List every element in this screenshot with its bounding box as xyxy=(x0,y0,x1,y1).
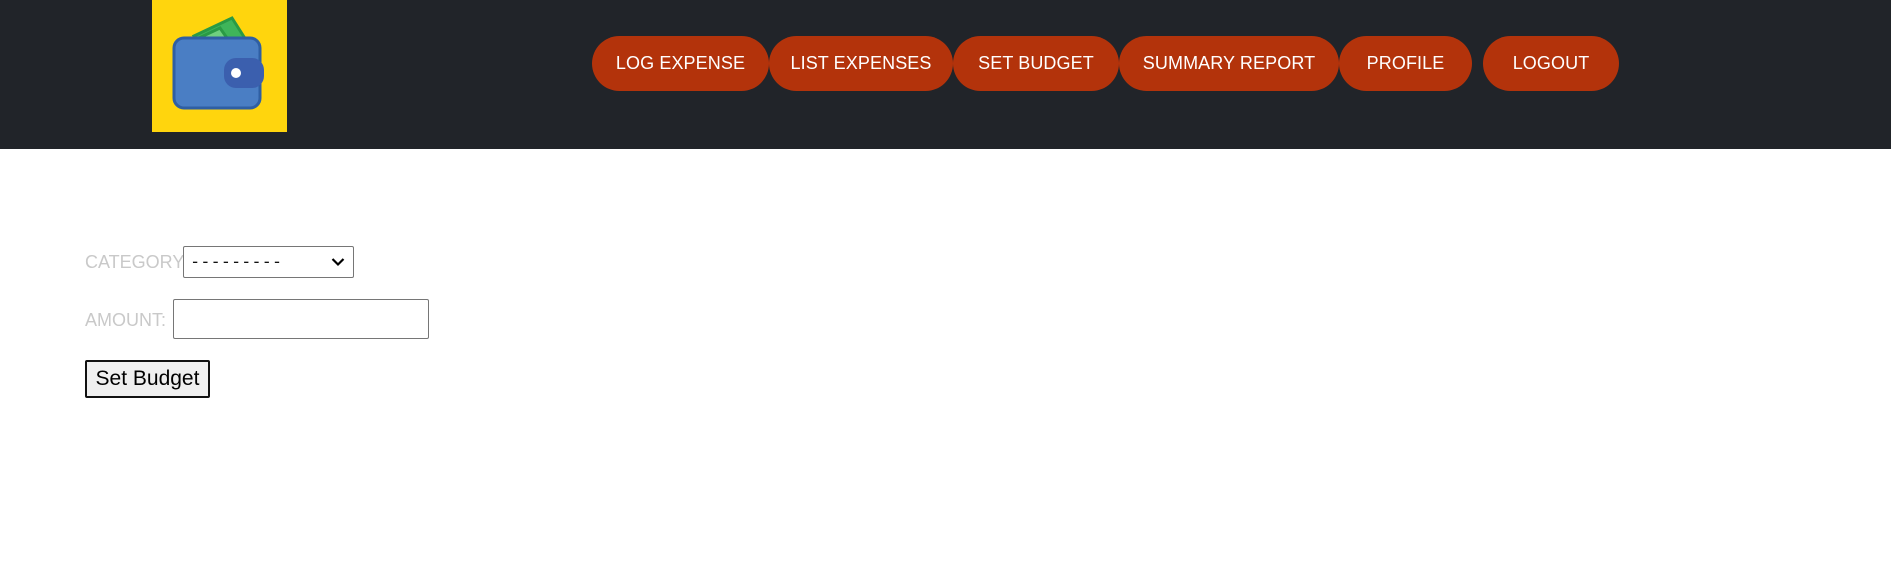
amount-label: AMOUNT: xyxy=(85,310,166,330)
nav-log-expense-button[interactable]: LOG EXPENSE xyxy=(592,36,769,91)
amount-input[interactable] xyxy=(173,299,429,339)
nav-list-expenses-button[interactable]: LIST EXPENSES xyxy=(769,36,953,91)
wallet-icon xyxy=(172,16,264,110)
category-label: CATEGORY: xyxy=(85,252,189,272)
navbar: LOG EXPENSE LIST EXPENSES SET BUDGET SUM… xyxy=(0,0,1891,149)
set-budget-button[interactable]: Set Budget xyxy=(85,360,210,398)
nav-set-budget-button[interactable]: SET BUDGET xyxy=(953,36,1119,91)
category-select[interactable]: --------- xyxy=(183,246,354,278)
nav-profile-button[interactable]: PROFILE xyxy=(1339,36,1472,91)
category-selected-value: --------- xyxy=(190,252,283,272)
chevron-down-icon xyxy=(331,258,345,267)
nav-summary-report-button[interactable]: SUMMARY REPORT xyxy=(1119,36,1339,91)
logo[interactable] xyxy=(152,0,287,132)
nav-logout-button[interactable]: LOGOUT xyxy=(1483,36,1619,91)
